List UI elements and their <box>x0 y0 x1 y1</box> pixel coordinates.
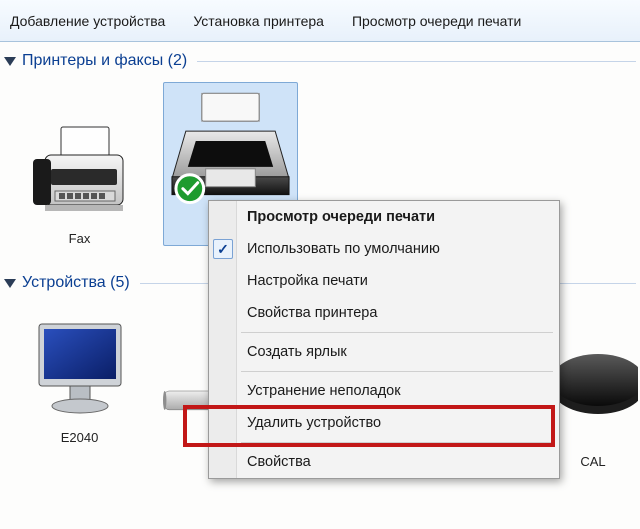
separator <box>241 371 553 372</box>
ctx-create-shortcut[interactable]: Создать ярлык <box>209 336 559 368</box>
fax-icon <box>12 105 147 225</box>
ctx-properties[interactable]: Свойства <box>209 446 559 478</box>
device-monitor[interactable]: E2040 <box>12 304 147 445</box>
toolbar-add-device[interactable]: Добавление устройства <box>10 13 165 29</box>
section-printers-header[interactable]: Принтеры и факсы (2) <box>0 42 640 76</box>
ctx-print-settings[interactable]: Настройка печати <box>209 265 559 297</box>
ctx-set-default-label: Использовать по умолчанию <box>247 241 440 257</box>
ctx-printer-props[interactable]: Свойства принтера <box>209 297 559 329</box>
section-printers-title: Принтеры и факсы (2) <box>22 52 187 70</box>
section-devices-title: Устройства (5) <box>22 274 130 292</box>
separator <box>241 442 553 443</box>
monitor-icon <box>12 304 147 424</box>
divider <box>197 61 636 62</box>
device-icon <box>548 308 638 428</box>
ctx-remove-device[interactable]: Удалить устройство <box>209 407 559 439</box>
device-label: Fax <box>12 231 147 246</box>
chevron-down-icon <box>4 57 16 66</box>
context-menu: Просмотр очереди печати ✓ Использовать п… <box>208 200 560 479</box>
toolbar-install-printer[interactable]: Установка принтера <box>193 13 324 29</box>
printer-icon <box>166 87 295 207</box>
device-fax[interactable]: Fax <box>12 105 147 246</box>
ctx-open-queue[interactable]: Просмотр очереди печати <box>209 201 559 233</box>
device-partial-right[interactable]: CAL <box>548 308 638 469</box>
ctx-set-default[interactable]: ✓ Использовать по умолчанию <box>209 233 559 265</box>
device-label: CAL <box>548 454 638 469</box>
chevron-down-icon <box>4 279 16 288</box>
toolbar-view-queue[interactable]: Просмотр очереди печати <box>352 13 521 29</box>
separator <box>241 332 553 333</box>
toolbar: Добавление устройства Установка принтера… <box>0 0 640 42</box>
device-label: E2040 <box>12 430 147 445</box>
ctx-troubleshoot[interactable]: Устранение неполадок <box>209 375 559 407</box>
check-icon: ✓ <box>213 239 233 259</box>
